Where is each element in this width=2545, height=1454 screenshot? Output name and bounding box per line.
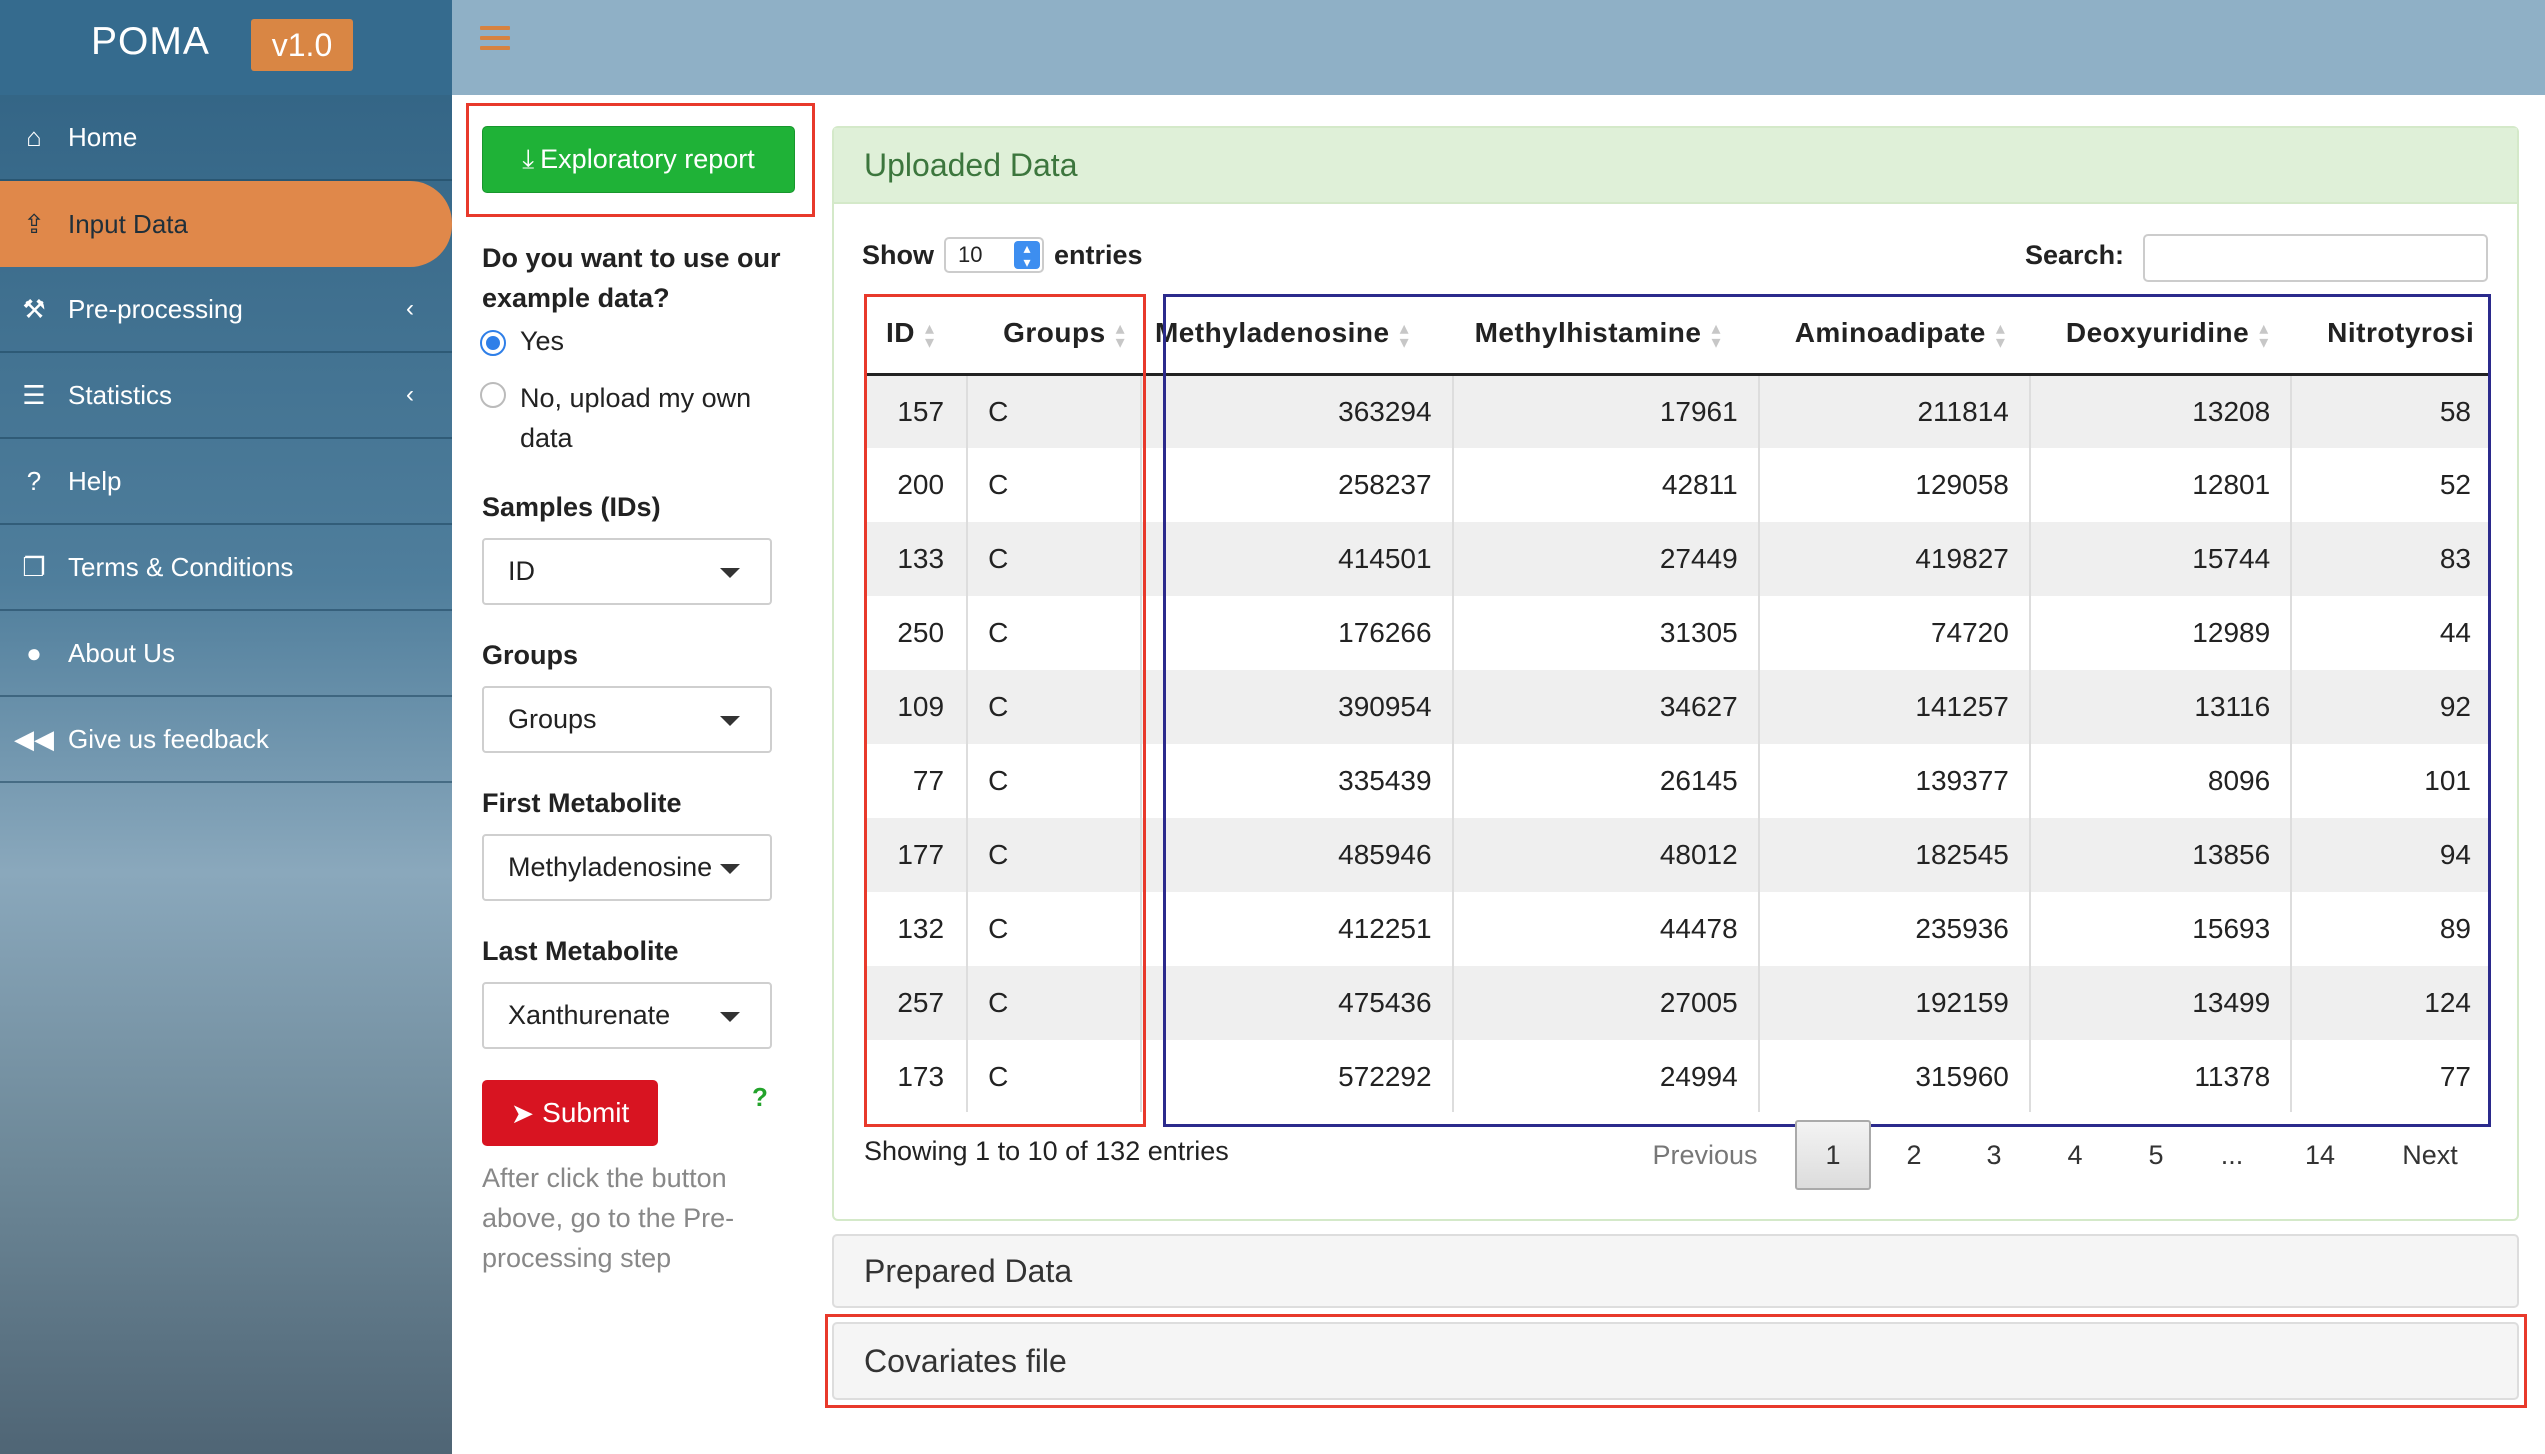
sidebar-item-label: Input Data bbox=[68, 208, 188, 239]
prepared-data-section[interactable]: Prepared Data bbox=[832, 1234, 2519, 1308]
home-icon: ⌂ bbox=[26, 121, 42, 152]
first-metabolite-label: First Metabolite bbox=[482, 788, 682, 818]
radio-no[interactable]: No, upload my own data bbox=[480, 378, 800, 458]
caret-down-icon bbox=[720, 716, 740, 726]
radio-unselected-icon bbox=[480, 382, 506, 408]
last-metabolite-label: Last Metabolite bbox=[482, 936, 679, 966]
sidebar-item-label: Pre-processing bbox=[68, 293, 243, 324]
hamburger-menu-icon[interactable] bbox=[480, 26, 510, 52]
sidebar-menu: ⌂ Home ⇪ Input Data ⚒ Pre-processing ‹ ☰… bbox=[0, 95, 452, 783]
sidebar-item-home[interactable]: ⌂ Home bbox=[0, 95, 452, 181]
page-length-value: 10 bbox=[958, 242, 983, 267]
brand: POMA v1.0 bbox=[0, 0, 452, 95]
show-label: Show bbox=[862, 239, 934, 270]
pagination-page-3[interactable]: 3 bbox=[1956, 1120, 2032, 1190]
samples-label: Samples (IDs) bbox=[482, 492, 661, 522]
radio-yes[interactable]: Yes bbox=[480, 326, 564, 357]
pagination-page-5[interactable]: 5 bbox=[2118, 1120, 2194, 1190]
submit-label: Submit bbox=[542, 1097, 630, 1128]
sliders-icon: ☰ bbox=[22, 379, 46, 410]
pagination-page-2[interactable]: 2 bbox=[1876, 1120, 1952, 1190]
pagination-page-14[interactable]: 14 bbox=[2280, 1120, 2360, 1190]
sidebar: POMA v1.0 ⌂ Home ⇪ Input Data ⚒ Pre-proc… bbox=[0, 0, 452, 1454]
user-icon: ● bbox=[26, 637, 42, 668]
pagination-page-1[interactable]: 1 bbox=[1795, 1120, 1871, 1190]
groups-label: Groups bbox=[482, 640, 579, 670]
table-info: Showing 1 to 10 of 132 entries bbox=[864, 1136, 1229, 1166]
sidebar-item-help[interactable]: ? Help bbox=[0, 439, 452, 525]
sidebar-item-statistics[interactable]: ☰ Statistics ‹ bbox=[0, 353, 452, 439]
copy-icon: ❐ bbox=[22, 551, 46, 582]
id-groups-highlight-box bbox=[864, 294, 1146, 1127]
groups-select-value: Groups bbox=[508, 704, 597, 734]
radio-no-label: No, upload my own data bbox=[520, 383, 752, 453]
sidebar-item-label: Terms & Conditions bbox=[68, 551, 294, 582]
chevron-left-icon: ‹ bbox=[406, 381, 414, 408]
submit-button[interactable]: ➤ Submit bbox=[482, 1080, 658, 1146]
upload-icon: ⇪ bbox=[23, 208, 45, 239]
radio-selected-icon bbox=[480, 330, 506, 356]
exploratory-report-label: Exploratory report bbox=[540, 144, 755, 174]
example-data-question: Do you want to use our example data? bbox=[482, 243, 781, 313]
top-header bbox=[452, 0, 2545, 95]
last-metabolite-value: Xanthurenate bbox=[508, 1000, 671, 1030]
uploaded-data-title[interactable]: Uploaded Data bbox=[834, 128, 2517, 204]
pagination-next[interactable]: Next bbox=[2385, 1120, 2475, 1190]
sidebar-item-label: About Us bbox=[68, 637, 175, 668]
covariates-highlight-box bbox=[825, 1314, 2527, 1408]
groups-select[interactable]: Groups bbox=[482, 686, 772, 753]
sidebar-item-label: Statistics bbox=[68, 379, 173, 410]
sidebar-item-feedback[interactable]: ◀◀ Give us feedback bbox=[0, 697, 452, 783]
question-icon: ? bbox=[26, 465, 42, 496]
pagination-page-4[interactable]: 4 bbox=[2037, 1120, 2113, 1190]
caret-down-icon bbox=[720, 1012, 740, 1022]
page-length-control: Show 10 ▴ ▾ entries bbox=[862, 237, 1143, 273]
download-icon: ⤓ bbox=[522, 143, 535, 174]
samples-select-value: ID bbox=[508, 556, 535, 586]
first-metabolite-value: Methyladenosine bbox=[508, 852, 713, 882]
chevron-left-icon: ‹ bbox=[406, 295, 414, 322]
app-name: POMA bbox=[91, 20, 210, 63]
wrench-icon: ⚒ bbox=[22, 293, 46, 324]
paper-plane-icon: ➤ bbox=[510, 1097, 535, 1129]
sidebar-item-label: Give us feedback bbox=[68, 723, 269, 754]
sidebar-item-pre-processing[interactable]: ⚒ Pre-processing ‹ bbox=[0, 267, 452, 353]
sidebar-item-about[interactable]: ● About Us bbox=[0, 611, 452, 697]
pagination-previous[interactable]: Previous bbox=[1640, 1120, 1770, 1190]
metabolites-highlight-box bbox=[1163, 294, 2491, 1127]
sidebar-item-label: Help bbox=[68, 465, 122, 496]
last-metabolite-select[interactable]: Xanthurenate bbox=[482, 982, 772, 1049]
samples-select[interactable]: ID bbox=[482, 538, 772, 605]
exploratory-report-button[interactable]: ⤓ Exploratory report bbox=[482, 126, 795, 193]
submit-hint: After click the button above, go to the … bbox=[482, 1163, 735, 1273]
page-length-select[interactable]: 10 ▴ ▾ bbox=[944, 237, 1044, 273]
search-input[interactable] bbox=[2143, 234, 2488, 282]
caret-down-icon bbox=[720, 864, 740, 874]
sidebar-item-terms[interactable]: ❐ Terms & Conditions bbox=[0, 525, 452, 611]
sidebar-item-label: Home bbox=[68, 121, 138, 152]
caret-down-icon bbox=[720, 568, 740, 578]
help-question-icon[interactable]: ? bbox=[752, 1082, 768, 1113]
up-down-arrows-icon: ▴ ▾ bbox=[1014, 241, 1040, 269]
pagination-ellipsis: ... bbox=[2220, 1140, 2244, 1170]
version-badge: v1.0 bbox=[251, 19, 353, 71]
search-label: Search: bbox=[2025, 240, 2125, 270]
entries-label: entries bbox=[1054, 239, 1143, 270]
first-metabolite-select[interactable]: Methyladenosine bbox=[482, 834, 772, 901]
backward-icon: ◀◀ bbox=[14, 723, 54, 754]
sidebar-item-input-data[interactable]: ⇪ Input Data bbox=[0, 181, 452, 267]
radio-yes-label: Yes bbox=[520, 326, 565, 356]
